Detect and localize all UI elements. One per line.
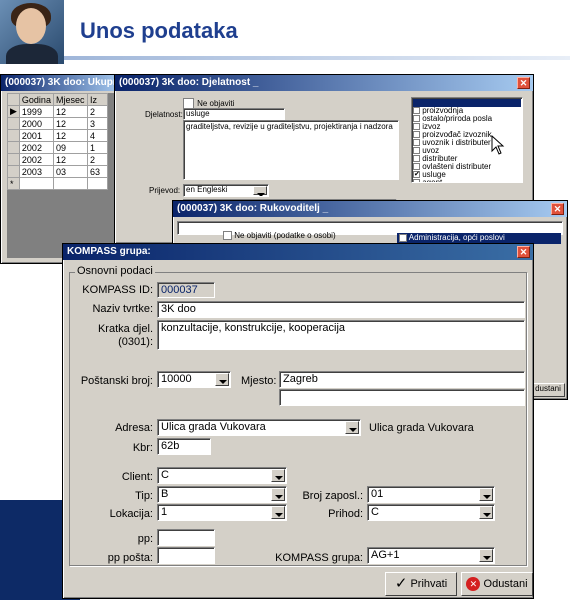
adresa-select[interactable]: Ulica grada Vukovara bbox=[157, 419, 361, 436]
description-field[interactable]: graditeljstva, revizije u graditeljstvu,… bbox=[183, 120, 399, 180]
list-item[interactable]: agent bbox=[413, 179, 521, 182]
postanski-select[interactable]: 10000 bbox=[157, 371, 231, 388]
djelatnost-label: Djelatnost: bbox=[145, 110, 183, 119]
kompass-id-field: 000037 bbox=[157, 282, 215, 298]
col-header-godina[interactable]: Godina bbox=[18, 93, 54, 106]
table-row[interactable]: 2001 12 4 bbox=[7, 129, 108, 142]
chevron-down-icon[interactable] bbox=[479, 506, 493, 519]
mjesto-label: Mjesto: bbox=[241, 375, 277, 387]
odustani-button-bg[interactable]: dustani bbox=[531, 383, 565, 397]
table-row[interactable]: 2002 12 2 bbox=[7, 153, 108, 166]
chevron-down-icon[interactable] bbox=[271, 506, 285, 519]
window-djelatnost-titlebar[interactable]: (000037) 3K doo: Djelatnost _ bbox=[115, 75, 533, 91]
client-select[interactable]: C bbox=[157, 467, 287, 484]
chevron-down-icon[interactable] bbox=[271, 488, 285, 501]
close-icon[interactable]: ✕ bbox=[551, 203, 564, 215]
ne-objaviti-osobi-checkbox[interactable]: Ne objaviti (podatke o osobi) bbox=[223, 231, 336, 241]
djelatnost-list[interactable]: proizvodnja ostalo/priroda posla izvoz p… bbox=[411, 97, 523, 183]
checkmark-icon: ✓ bbox=[394, 575, 408, 593]
cancel-icon: ✕ bbox=[466, 577, 481, 592]
mouse-cursor-icon bbox=[491, 135, 505, 155]
table-row[interactable]: 2000 12 3 bbox=[7, 117, 108, 130]
kbr-label: Kbr: bbox=[132, 442, 153, 454]
presenter-photo bbox=[0, 0, 64, 64]
prihod-label: Prihod: bbox=[328, 508, 363, 520]
lokacija-select[interactable]: 1 bbox=[157, 504, 287, 521]
chevron-down-icon[interactable] bbox=[253, 186, 267, 196]
prijevod-label: Prijevod: bbox=[149, 186, 181, 195]
col-header-iz[interactable]: Iz bbox=[86, 93, 108, 106]
broj-label: Broj zaposl.: bbox=[302, 490, 363, 502]
window-ukupni: (000037) 3K doo: Ukupni pr Godina Mjesec… bbox=[0, 74, 122, 264]
adresa-text: Ulica grada Vukovara bbox=[369, 422, 474, 434]
pp-label: pp: bbox=[137, 533, 153, 545]
kompass-id-label: KOMPASS ID: bbox=[82, 284, 153, 296]
window-rukovoditelj-titlebar[interactable]: (000037) 3K doo: Rukovoditelj _ bbox=[173, 201, 567, 217]
client-label: Client: bbox=[121, 471, 153, 483]
odustani-button[interactable]: ✕ Odustani bbox=[461, 572, 533, 596]
mjesto-field-2[interactable] bbox=[279, 389, 525, 406]
mjesto-field[interactable]: Zagreb bbox=[279, 371, 525, 388]
table-row[interactable]: 2002 09 1 bbox=[7, 141, 108, 154]
pp-field[interactable] bbox=[157, 529, 215, 546]
kompass-grupa-select[interactable]: AG+1 bbox=[367, 547, 495, 564]
djelatnost-field[interactable]: usluge bbox=[183, 108, 285, 120]
tip-label: Tip: bbox=[135, 490, 153, 502]
slide-title: Unos podataka bbox=[80, 18, 238, 43]
group-box-label: Osnovni podaci bbox=[75, 265, 155, 277]
new-row[interactable]: * bbox=[7, 177, 108, 190]
prihod-select[interactable]: C bbox=[367, 504, 495, 521]
chevron-down-icon[interactable] bbox=[345, 421, 359, 434]
prihvati-button[interactable]: ✓ Prihvati bbox=[385, 572, 457, 596]
chevron-down-icon[interactable] bbox=[215, 373, 229, 386]
table-row[interactable]: ▶ 1999 12 2 bbox=[7, 105, 108, 118]
col-header-mjesec[interactable]: Mjesec bbox=[52, 93, 88, 106]
prijevod-select[interactable]: en Engleski bbox=[183, 184, 269, 197]
title-underline bbox=[64, 56, 570, 60]
broj-select[interactable]: 01 bbox=[367, 486, 495, 503]
tip-select[interactable]: B bbox=[157, 486, 287, 503]
chevron-down-icon[interactable] bbox=[479, 488, 493, 501]
window-kompass-titlebar[interactable]: KOMPASS grupa: bbox=[63, 244, 533, 260]
window-ukupni-titlebar[interactable]: (000037) 3K doo: Ukupni pr bbox=[1, 75, 121, 91]
chevron-down-icon[interactable] bbox=[479, 549, 493, 562]
adresa-label: Adresa: bbox=[115, 422, 153, 434]
naziv-field[interactable]: 3K doo bbox=[157, 301, 525, 318]
pp-posta-label: pp pošta: bbox=[107, 552, 153, 564]
close-icon[interactable]: ✕ bbox=[517, 77, 530, 89]
lokacija-label: Lokacija: bbox=[109, 508, 153, 520]
kompass-grupa-label: KOMPASS grupa: bbox=[275, 552, 363, 564]
postanski-label: Poštanski broj: bbox=[80, 375, 153, 387]
kratka-label: Kratka djel. bbox=[97, 323, 153, 335]
kratka-field[interactable]: konzultacije, konstrukcije, kooperacija bbox=[157, 320, 525, 350]
window-kompass: KOMPASS grupa: ✕ Osnovni podaci KOMPASS … bbox=[62, 243, 534, 599]
data-grid[interactable]: Godina Mjesec Iz ▶ 1999 12 2 2000 12 3 2001 12… bbox=[7, 93, 119, 258]
kratka-label-code: (0301): bbox=[118, 336, 153, 348]
pp-posta-field[interactable] bbox=[157, 547, 215, 564]
naziv-label: Naziv tvrtke: bbox=[92, 303, 153, 315]
table-row[interactable]: 2003 03 63 bbox=[7, 165, 108, 178]
close-icon[interactable]: ✕ bbox=[517, 246, 530, 258]
kbr-field[interactable]: 62b bbox=[157, 438, 211, 455]
chevron-down-icon[interactable] bbox=[271, 469, 285, 482]
